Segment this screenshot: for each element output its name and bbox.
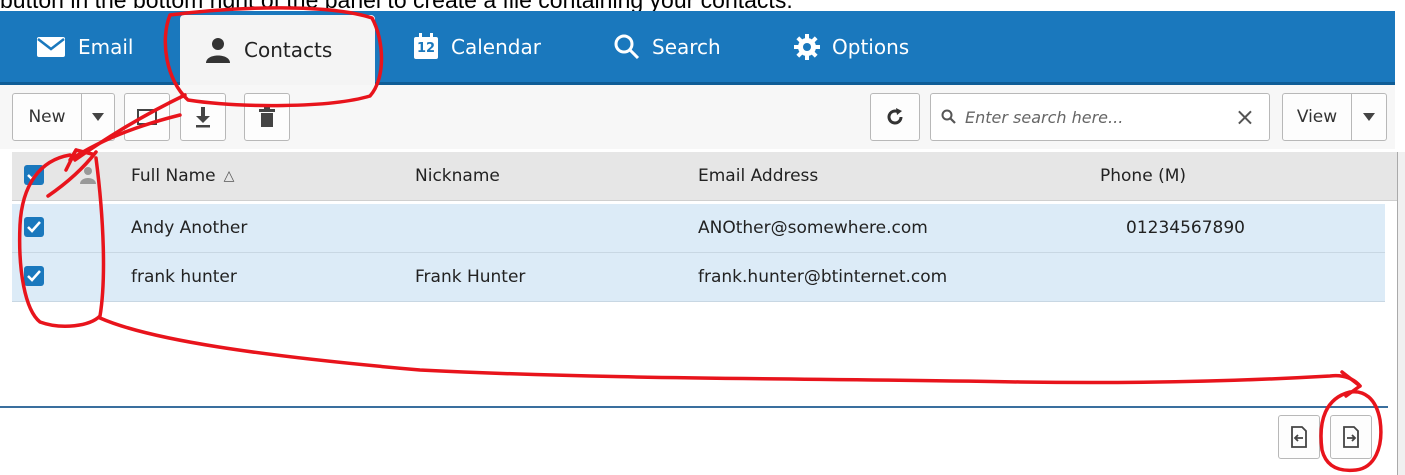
clear-search-icon[interactable]: × [1235, 103, 1255, 131]
column-header-full-name[interactable]: Full Name △ [131, 152, 234, 200]
search-box[interactable]: × [930, 93, 1270, 141]
row-checkbox[interactable] [24, 266, 44, 286]
contacts-table-header: Full Name △ Nickname Email Address Phone… [12, 152, 1397, 201]
checkmark-icon [27, 169, 41, 181]
cell-full-name: frank hunter [131, 267, 237, 287]
column-header-phone[interactable]: Phone (M) [1100, 152, 1186, 200]
cell-full-name: Andy Another [131, 218, 248, 238]
envelope-icon [37, 36, 65, 57]
column-header-nickname-label: Nickname [415, 166, 500, 186]
calendar-icon: 12 [413, 33, 439, 60]
download-button[interactable] [180, 93, 226, 141]
new-button[interactable]: New [12, 93, 82, 141]
column-header-nickname[interactable]: Nickname [415, 152, 500, 200]
view-button-label: View [1296, 107, 1338, 127]
main-navbar: Email Contacts 12 Calendar Search Option… [0, 11, 1395, 85]
caret-down-icon [1363, 113, 1375, 121]
import-file-icon [1291, 426, 1307, 448]
column-header-email[interactable]: Email Address [698, 152, 818, 200]
search-icon [941, 109, 956, 124]
vertical-scrollbar[interactable] [1397, 152, 1405, 475]
panel-footer-divider [0, 406, 1388, 408]
tab-email[interactable]: Email [36, 11, 134, 82]
export-file-icon [1343, 426, 1359, 448]
calendar-badge: 12 [416, 41, 436, 56]
import-contacts-button[interactable] [1278, 415, 1320, 459]
tab-options[interactable]: Options [794, 11, 909, 82]
cell-nickname: Frank Hunter [415, 267, 526, 287]
view-dropdown-button[interactable] [1351, 93, 1387, 141]
checkmark-icon [27, 221, 41, 233]
new-dropdown-button[interactable] [81, 93, 115, 141]
tab-contacts-label: Contacts [244, 38, 333, 62]
tab-contacts[interactable]: Contacts [180, 15, 375, 85]
magnifier-icon [614, 34, 640, 59]
checkmark-icon [27, 270, 41, 282]
sort-ascending-icon: △ [223, 168, 235, 184]
gear-icon [794, 33, 820, 60]
cell-email: frank.hunter@btinternet.com [698, 267, 948, 287]
refresh-icon [887, 108, 903, 125]
delete-button[interactable] [244, 93, 290, 141]
column-header-email-label: Email Address [698, 166, 819, 186]
cell-email: ANOther@somewhere.com [698, 218, 928, 238]
contact-type-icon [80, 167, 96, 184]
instruction-caption: button in the bottom right of the panel … [0, 0, 1405, 11]
column-header-full-name-label: Full Name [131, 166, 216, 186]
trash-icon [259, 107, 275, 127]
table-row[interactable]: Andy Another ANOther@somewhere.com 01234… [12, 204, 1385, 253]
tab-search[interactable]: Search [614, 11, 721, 82]
refresh-button[interactable] [870, 93, 920, 141]
person-icon [206, 38, 230, 63]
contact-card-button[interactable] [124, 93, 170, 141]
row-checkbox[interactable] [24, 217, 44, 237]
tab-calendar[interactable]: 12 Calendar [413, 11, 541, 82]
select-all-checkbox[interactable] [24, 165, 44, 185]
tab-email-label: Email [78, 34, 134, 59]
new-button-label: New [28, 107, 66, 127]
caret-down-icon [92, 113, 104, 121]
cell-phone: 01234567890 [1126, 218, 1245, 238]
card-icon [137, 109, 157, 125]
table-row[interactable]: frank hunter Frank Hunter frank.hunter@b… [12, 253, 1385, 302]
export-contacts-button[interactable] [1330, 415, 1372, 459]
contacts-toolbar: New × View [0, 85, 1395, 149]
tab-options-label: Options [832, 34, 910, 59]
search-input[interactable] [963, 106, 1237, 128]
tab-search-label: Search [652, 34, 721, 59]
tab-calendar-label: Calendar [451, 34, 541, 59]
view-button[interactable]: View [1282, 93, 1352, 141]
column-header-phone-label: Phone (M) [1100, 166, 1186, 186]
download-icon [196, 107, 210, 128]
